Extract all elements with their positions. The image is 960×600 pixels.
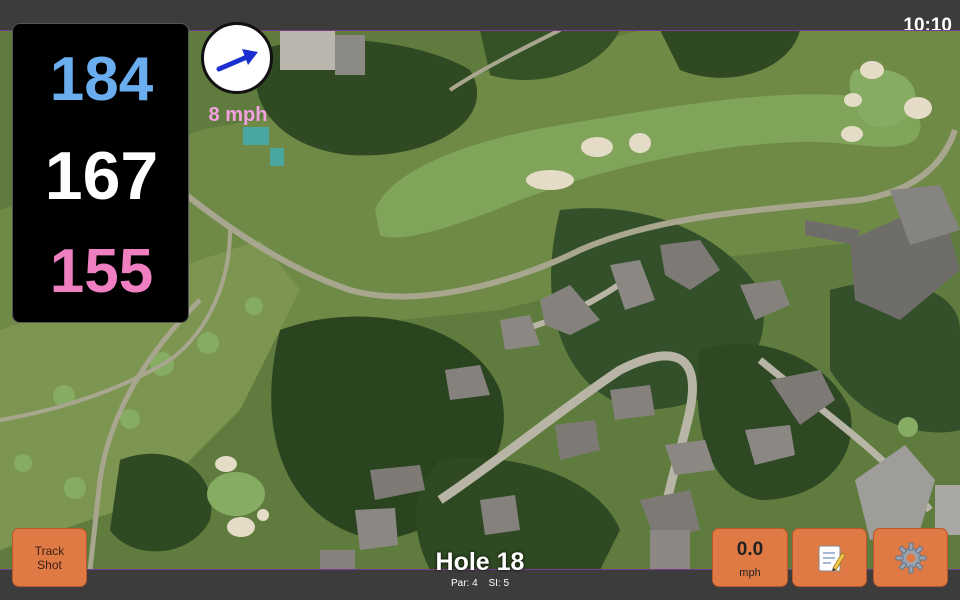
hole-par: Par: 4 — [450, 578, 478, 589]
notes-button[interactable] — [792, 528, 867, 587]
distance-front: 155 — [49, 237, 154, 306]
hole-info: Par: 4 SI: 5 — [380, 578, 580, 589]
wind-speed-label: 8 mph — [208, 104, 268, 126]
hole-stroke-index: SI: 5 — [488, 578, 510, 589]
hole-title: Hole 18 — [435, 548, 525, 576]
gear-icon — [895, 542, 926, 573]
speed-button[interactable]: 0.0 mph — [712, 528, 788, 587]
distance-panel: 184 167 155 — [12, 23, 189, 323]
track-shot-label-line1: Track — [34, 543, 65, 558]
speed-value: 0.0 — [736, 539, 764, 560]
distance-back: 184 — [49, 45, 154, 114]
wind-direction-indicator — [201, 22, 273, 94]
track-shot-button[interactable]: Track Shot — [12, 528, 87, 587]
speed-unit: mph — [739, 567, 761, 579]
track-shot-label-line2: Shot — [37, 557, 62, 572]
wind-direction-arrow-icon — [216, 49, 258, 72]
notepad-icon — [818, 545, 845, 571]
settings-button[interactable] — [873, 528, 948, 587]
distance-middle: 167 — [44, 138, 159, 214]
